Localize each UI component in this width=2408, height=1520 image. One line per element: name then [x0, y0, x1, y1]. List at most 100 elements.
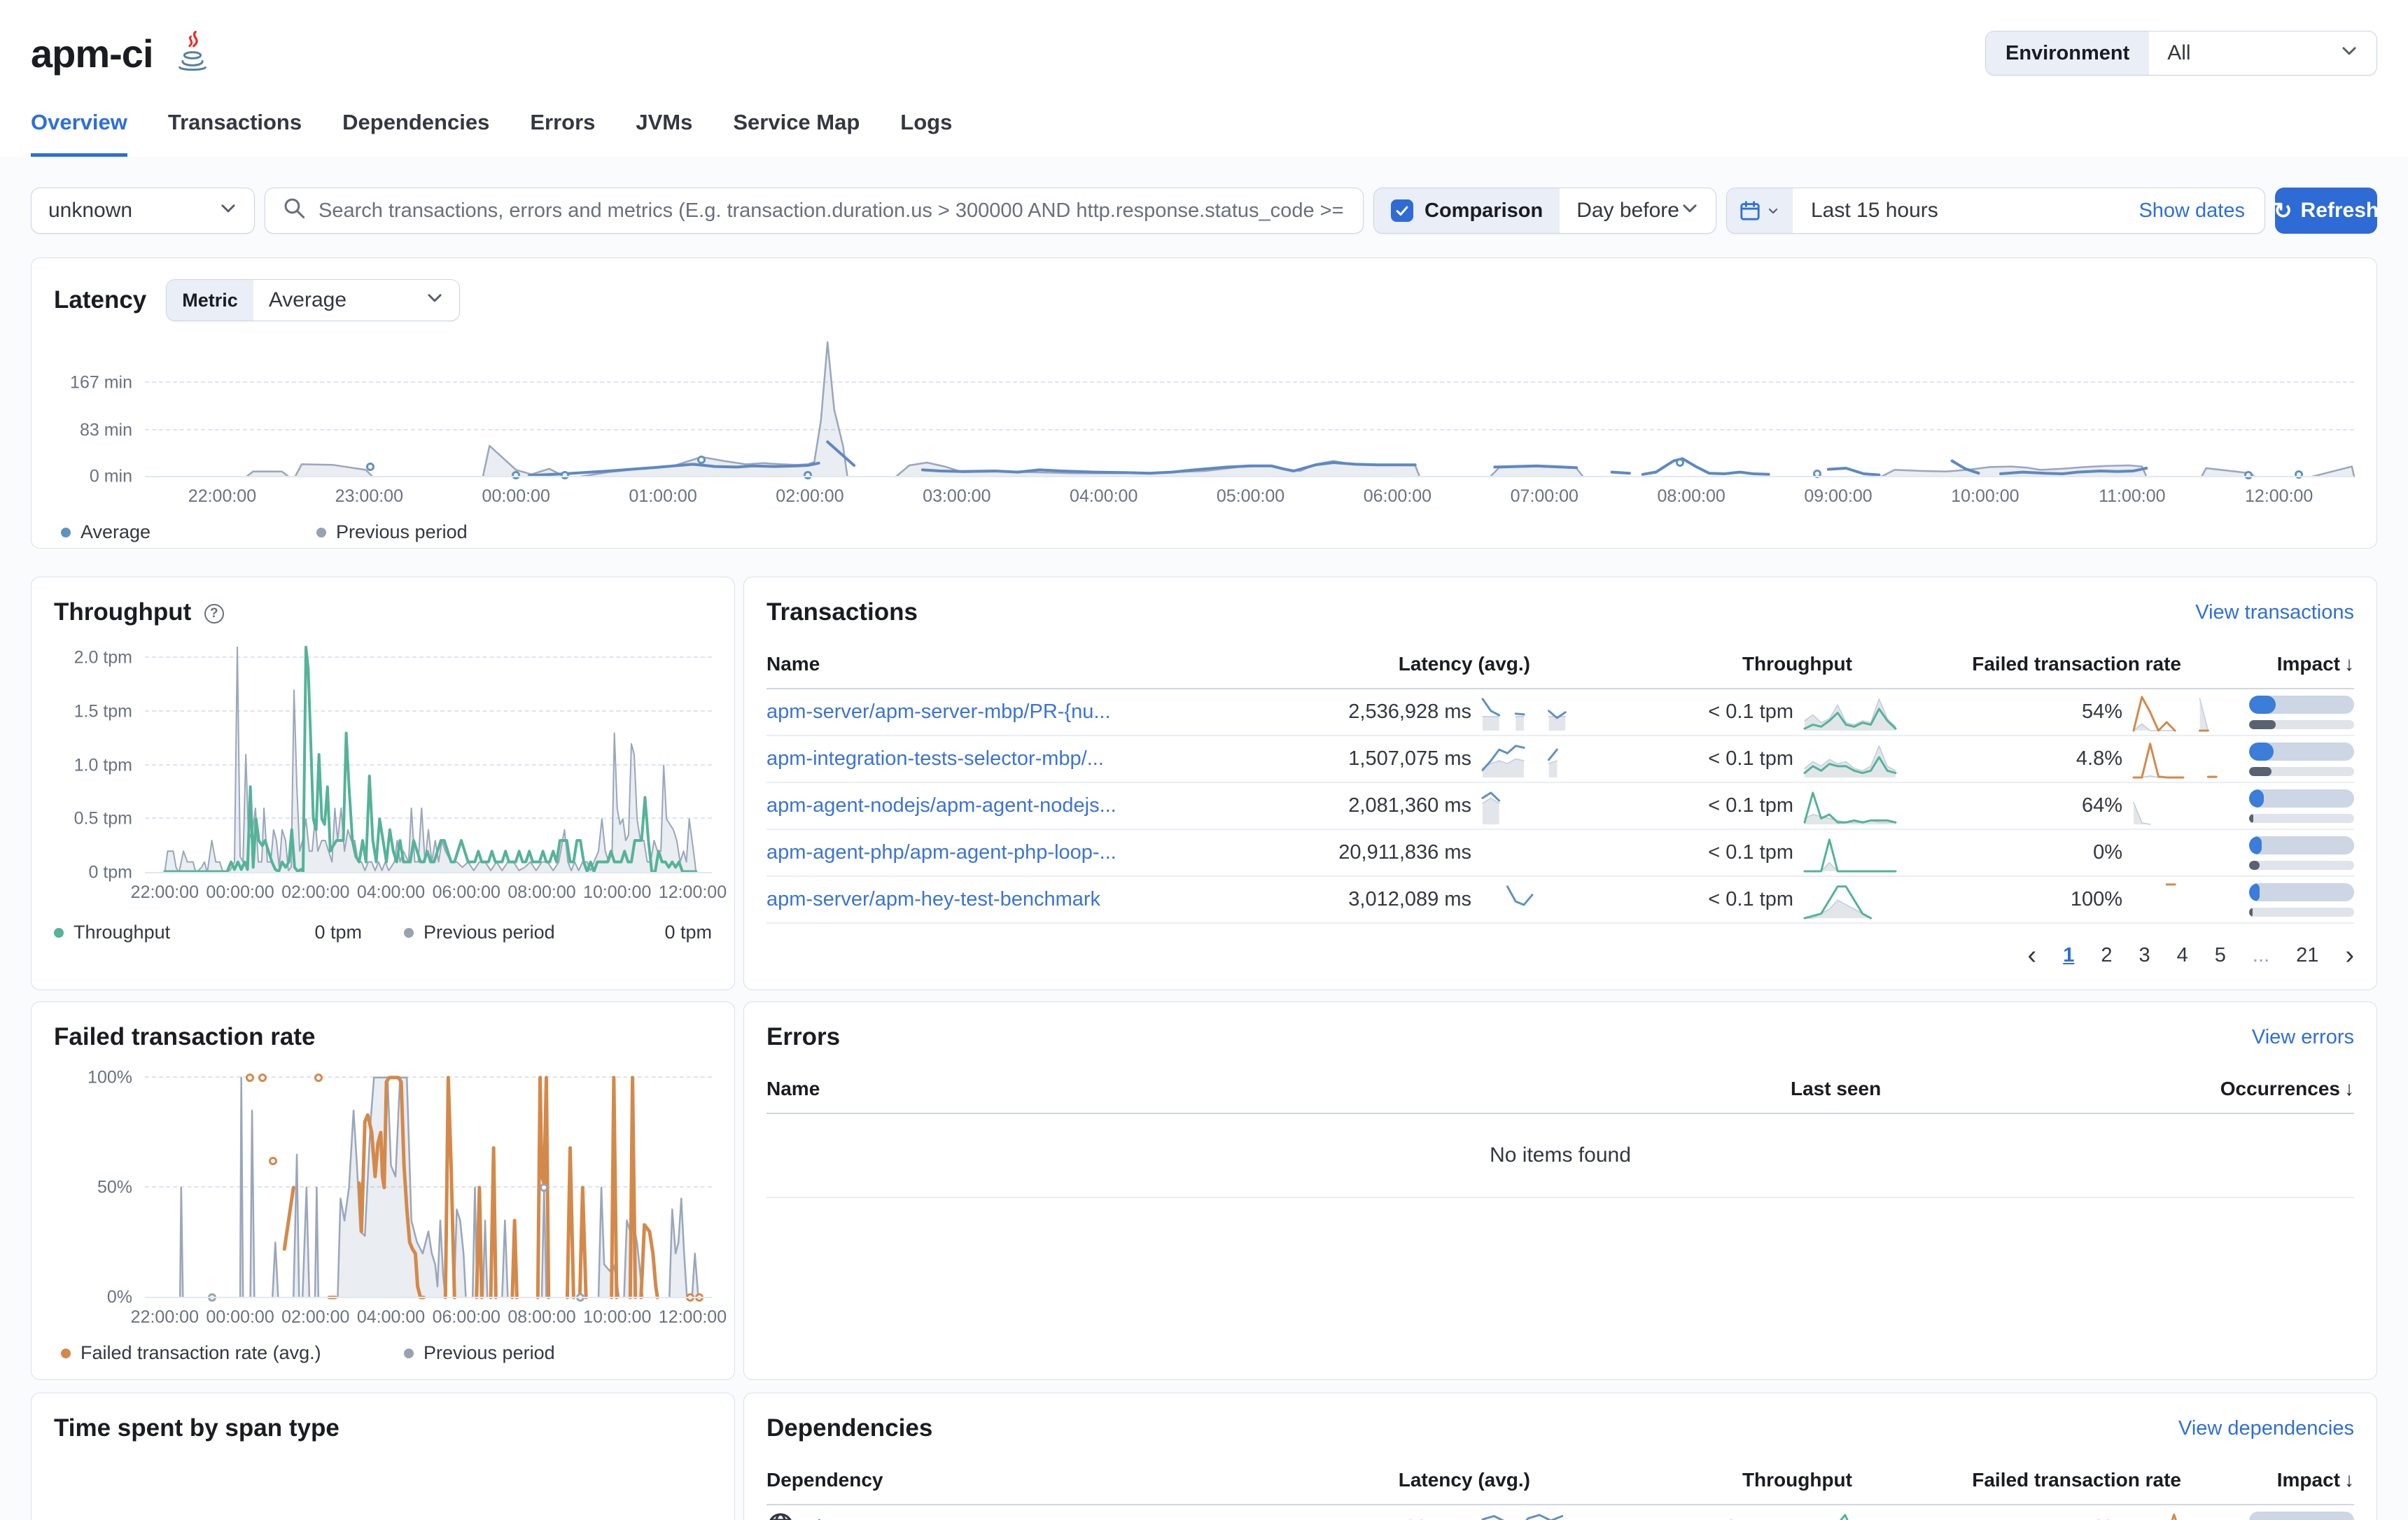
throughput-sparkline	[1805, 835, 1896, 871]
search-input[interactable]	[318, 199, 1346, 223]
comparison-select[interactable]: Day before	[1560, 199, 1716, 223]
metric-selector[interactable]: Metric Average	[166, 279, 460, 321]
latency-sparkline	[1483, 1510, 1574, 1520]
col-impact[interactable]: Impact↓	[2225, 653, 2354, 675]
failed-rate-y-axis: 0%50%100%	[54, 1067, 145, 1297]
page-5[interactable]: 5	[2215, 944, 2226, 967]
calendar-menu-button[interactable]	[1727, 188, 1793, 233]
legend-item[interactable]: Previous period	[316, 521, 468, 543]
page-ellipsis: ...	[2253, 944, 2269, 967]
dependencies-table-header: Dependency Latency (avg.) Throughput Fai…	[766, 1459, 2354, 1505]
next-page-icon[interactable]: ›	[2345, 942, 2354, 969]
col-failed-rate[interactable]: Failed transaction rate	[1896, 1469, 2225, 1491]
tab-logs[interactable]: Logs	[900, 110, 952, 157]
col-failed-rate[interactable]: Failed transaction rate	[1896, 653, 2225, 675]
legend-item[interactable]: Previous period	[404, 1342, 555, 1364]
service-tabs: Overview Transactions Dependencies Error…	[0, 110, 2408, 157]
chevron-down-icon	[2340, 41, 2358, 65]
legend-item[interactable]: Average	[54, 521, 316, 543]
latency-value: 20,911,836 ms	[1338, 841, 1471, 864]
transaction-link[interactable]: apm-server/apm-server-mbp/PR-{nu...	[766, 701, 1252, 724]
transaction-link[interactable]: apm-server/apm-hey-test-benchmark	[766, 888, 1252, 911]
transactions-table-header: Name Latency (avg.) Throughput Failed tr…	[766, 643, 2354, 689]
latency-value: 11,394 ms	[1378, 1517, 1471, 1520]
tab-transactions[interactable]: Transactions	[168, 110, 302, 157]
view-errors-link[interactable]: View errors	[2252, 1026, 2354, 1049]
table-row: apm-server/apm-server-mbp/PR-{nu... 2,53…	[766, 689, 2354, 736]
throughput-sparkline	[1805, 694, 1896, 731]
refresh-button[interactable]: ↻ Refresh	[2275, 188, 2377, 234]
throughput-value: < 0.1 tpm	[1708, 747, 1793, 770]
col-latency[interactable]: Latency (avg.)	[1252, 653, 1574, 675]
legend-value: 0 tpm	[314, 922, 362, 943]
help-icon[interactable]: ?	[204, 604, 224, 624]
environment-selector[interactable]: Environment All	[1985, 31, 2377, 76]
throughput-sparkline	[1805, 788, 1896, 824]
transaction-link[interactable]: apm-agent-php/apm-agent-php-loop-...	[766, 841, 1252, 864]
transaction-type-selector[interactable]: unknown	[31, 188, 255, 234]
chevron-down-icon	[426, 288, 444, 312]
legend-item[interactable]: Failed transaction rate (avg.)	[54, 1342, 404, 1364]
java-agent-icon	[173, 31, 212, 76]
col-throughput[interactable]: Throughput	[1574, 1469, 1896, 1491]
failed-rate-sparkline	[2134, 882, 2225, 918]
transaction-link[interactable]: apm-integration-tests-selector-mbp/...	[766, 747, 1252, 770]
calendar-icon	[1740, 200, 1760, 221]
col-occurrences[interactable]: Occurrences↓	[2155, 1078, 2354, 1100]
tab-errors[interactable]: Errors	[530, 110, 595, 157]
failed-rate-sparkline	[2134, 788, 2225, 824]
page-1[interactable]: 1	[2063, 944, 2074, 967]
col-name[interactable]: Name	[766, 653, 1252, 675]
latency-panel: Latency Metric Average 0 min83 min167 mi…	[31, 258, 2377, 549]
tab-overview[interactable]: Overview	[31, 110, 127, 157]
tab-dependencies[interactable]: Dependencies	[342, 110, 489, 157]
failed-rate-value: 54%	[2082, 701, 2122, 724]
page-3[interactable]: 3	[2138, 944, 2150, 967]
col-latency[interactable]: Latency (avg.)	[1252, 1469, 1574, 1491]
latency-plot[interactable]: 22:00:0023:00:0000:00:0001:00:0002:00:00…	[145, 337, 2354, 477]
throughput-legend: Throughput 0 tpm Previous period 0 tpm	[54, 922, 712, 943]
col-last-seen[interactable]: Last seen	[1791, 1078, 2155, 1100]
legend-item[interactable]: Throughput	[54, 922, 170, 943]
tab-jvms[interactable]: JVMs	[636, 110, 692, 157]
throughput-plot[interactable]: 22:00:0000:00:0002:00:0004:00:0006:00:00…	[145, 642, 712, 873]
page-4[interactable]: 4	[2177, 944, 2188, 967]
failed-rate-chart: 0%50%100% 22:00:0000:00:0002:00:0004:00:…	[54, 1067, 712, 1297]
latency-sparkline	[1483, 882, 1574, 918]
impact-bars	[2249, 696, 2354, 729]
failed-rate-plot[interactable]: 22:00:0000:00:0002:00:0004:00:0006:00:00…	[145, 1067, 712, 1297]
table-row: apm-integration-tests-selector-mbp/... 1…	[766, 736, 2354, 783]
prev-page-icon[interactable]: ‹	[2028, 942, 2037, 969]
latency-chart: 0 min83 min167 min 22:00:0023:00:0000:00…	[54, 337, 2354, 477]
time-range-value[interactable]: Last 15 hours	[1793, 199, 1956, 223]
search-box	[265, 188, 1364, 234]
col-throughput[interactable]: Throughput	[1574, 653, 1896, 675]
latency-value: 2,536,928 ms	[1348, 701, 1471, 724]
latency-value: 2,081,360 ms	[1348, 794, 1471, 817]
tab-service-map[interactable]: Service Map	[733, 110, 860, 157]
sort-desc-icon: ↓	[2344, 1469, 2354, 1491]
impact-bars	[2249, 743, 2354, 776]
comparison-checkbox[interactable]	[1391, 199, 1413, 222]
col-impact[interactable]: Impact↓	[2225, 1469, 2354, 1491]
series-dot	[404, 928, 414, 938]
environment-value: All	[2167, 41, 2190, 65]
transactions-title: Transactions	[766, 598, 918, 626]
transactions-panel: Transactions View transactions Name Late…	[743, 577, 2377, 990]
impact-bars	[2249, 883, 2354, 917]
transaction-link[interactable]: apm-agent-nodejs/apm-agent-nodejs...	[766, 794, 1252, 817]
latency-value: 1,507,075 ms	[1348, 747, 1471, 770]
series-dot	[61, 528, 71, 537]
show-dates-link[interactable]: Show dates	[2138, 199, 2264, 223]
latency-sparkline	[1483, 741, 1574, 777]
errors-title: Errors	[766, 1023, 840, 1051]
dependency-link[interactable]: git	[766, 1512, 1252, 1520]
view-dependencies-link[interactable]: View dependencies	[2178, 1417, 2354, 1440]
page-21[interactable]: 21	[2296, 944, 2318, 967]
legend-item[interactable]: Previous period	[404, 922, 555, 943]
col-dependency[interactable]: Dependency	[766, 1469, 1252, 1491]
view-transactions-link[interactable]: View transactions	[2195, 601, 2354, 624]
page-2[interactable]: 2	[2101, 944, 2112, 967]
col-name[interactable]: Name	[766, 1078, 1791, 1100]
environment-label: Environment	[1986, 31, 2149, 75]
